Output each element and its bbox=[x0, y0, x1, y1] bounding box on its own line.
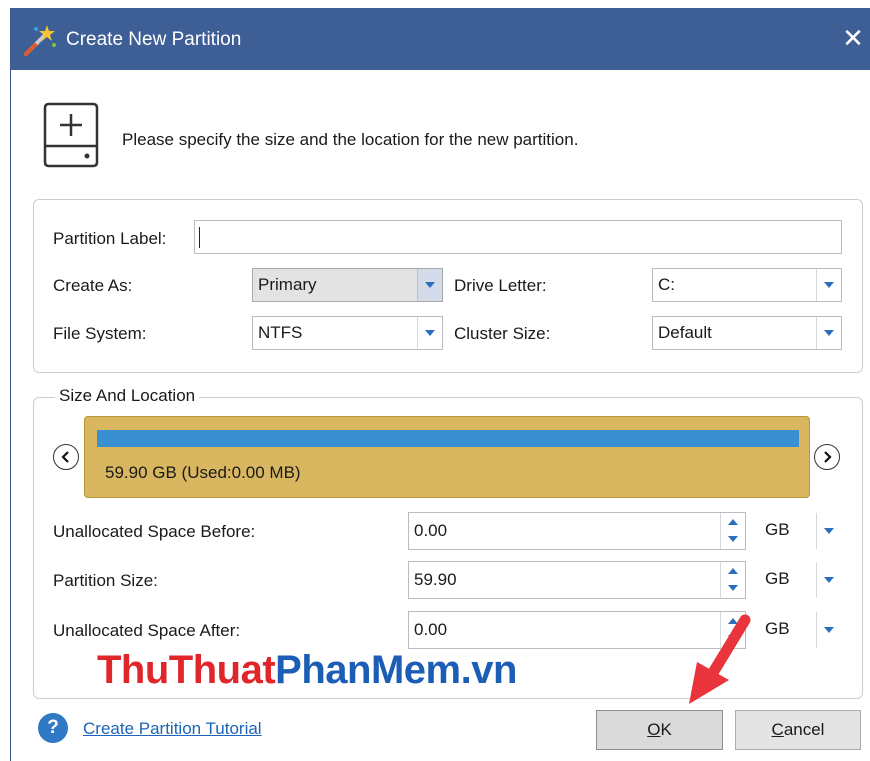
watermark-part1: ThuThuat bbox=[97, 648, 276, 692]
partition-size-label: Partition Size: bbox=[53, 571, 158, 590]
annotation-arrow-icon bbox=[689, 614, 751, 704]
create-as-select[interactable]: Primary bbox=[252, 268, 443, 302]
scroll-right-button[interactable] bbox=[814, 444, 840, 470]
cancel-label: ancel bbox=[783, 720, 825, 739]
unallocated-before-unit-dropdown[interactable] bbox=[816, 513, 841, 549]
chevron-down-icon bbox=[425, 330, 435, 336]
cluster-size-dropdown-button[interactable] bbox=[816, 317, 841, 349]
cluster-size-label: Cluster Size: bbox=[454, 324, 551, 343]
create-partition-dialog: Create New Partition ✕ Please specify th… bbox=[10, 8, 870, 761]
watermark-part2: PhanMem.vn bbox=[275, 648, 517, 692]
file-system-select[interactable]: NTFS bbox=[252, 316, 443, 350]
partition-size-spinner[interactable] bbox=[720, 562, 745, 598]
create-as-dropdown-button[interactable] bbox=[417, 269, 442, 301]
chevron-down-icon bbox=[824, 528, 834, 534]
partition-label-label: Partition Label: bbox=[53, 229, 167, 248]
chevron-down-icon bbox=[824, 577, 834, 583]
partition-size-unit: GB bbox=[765, 569, 790, 588]
unallocated-after-unit-dropdown[interactable] bbox=[816, 612, 841, 648]
unallocated-before-label: Unallocated Space Before: bbox=[53, 522, 256, 541]
unallocated-after-label: Unallocated Space After: bbox=[53, 621, 241, 640]
wizard-wand-icon bbox=[24, 25, 56, 56]
unallocated-before-value: 0.00 bbox=[414, 521, 448, 540]
add-disk-icon bbox=[43, 102, 99, 168]
partition-size-input[interactable]: 59.90 bbox=[408, 561, 746, 599]
cluster-size-value: Default bbox=[658, 323, 712, 342]
unallocated-before-spinner[interactable] bbox=[720, 513, 745, 549]
title-bar[interactable]: Create New Partition ✕ bbox=[11, 8, 870, 70]
ok-mnemonic: O bbox=[647, 720, 661, 739]
chevron-left-icon bbox=[61, 451, 69, 463]
drive-letter-label: Drive Letter: bbox=[454, 276, 547, 295]
help-icon[interactable]: ? bbox=[38, 713, 68, 743]
unallocated-before-input[interactable]: 0.00 bbox=[408, 512, 746, 550]
ok-label: K bbox=[660, 720, 672, 739]
create-as-label: Create As: bbox=[53, 276, 133, 295]
close-button[interactable]: ✕ bbox=[839, 25, 867, 53]
arrow-up-icon bbox=[728, 568, 738, 574]
chevron-down-icon bbox=[824, 330, 834, 336]
window-title: Create New Partition bbox=[66, 29, 242, 50]
create-partition-tutorial-link[interactable]: Create Partition Tutorial bbox=[83, 719, 262, 739]
text-caret bbox=[199, 227, 200, 248]
arrow-down-icon bbox=[728, 585, 738, 591]
drive-letter-dropdown-button[interactable] bbox=[816, 269, 841, 301]
watermark-logo: ThuThuatPhanMem.vn bbox=[97, 648, 517, 693]
partition-size-value: 59.90 bbox=[414, 570, 457, 589]
cluster-size-select[interactable]: Default bbox=[652, 316, 842, 350]
chevron-down-icon bbox=[425, 282, 435, 288]
partition-bar-info: 59.90 GB (Used:0.00 MB) bbox=[105, 463, 301, 482]
partition-bar-fill bbox=[97, 430, 799, 447]
scroll-left-button[interactable] bbox=[53, 444, 79, 470]
file-system-value: NTFS bbox=[258, 323, 303, 342]
unallocated-before-unit: GB bbox=[765, 520, 790, 539]
chevron-down-icon bbox=[824, 627, 834, 633]
create-as-value: Primary bbox=[258, 275, 317, 294]
partition-bar[interactable]: 59.90 GB (Used:0.00 MB) bbox=[84, 416, 810, 498]
ok-button[interactable]: OK bbox=[596, 710, 723, 750]
partition-label-input[interactable] bbox=[194, 220, 842, 254]
file-system-dropdown-button[interactable] bbox=[417, 317, 442, 349]
arrow-down-icon bbox=[728, 536, 738, 542]
chevron-right-icon bbox=[824, 451, 832, 463]
drive-letter-value: C: bbox=[658, 275, 675, 294]
drive-letter-select[interactable]: C: bbox=[652, 268, 842, 302]
chevron-down-icon bbox=[824, 282, 834, 288]
intro-text: Please specify the size and the location… bbox=[122, 130, 579, 149]
cancel-mnemonic: C bbox=[771, 720, 784, 739]
unallocated-after-unit: GB bbox=[765, 619, 790, 638]
partition-size-unit-dropdown[interactable] bbox=[816, 562, 841, 598]
file-system-label: File System: bbox=[53, 324, 147, 343]
cancel-button[interactable]: Cancel bbox=[735, 710, 861, 750]
size-location-title: Size And Location bbox=[55, 386, 200, 406]
arrow-up-icon bbox=[728, 519, 738, 525]
unallocated-after-value: 0.00 bbox=[414, 620, 448, 639]
